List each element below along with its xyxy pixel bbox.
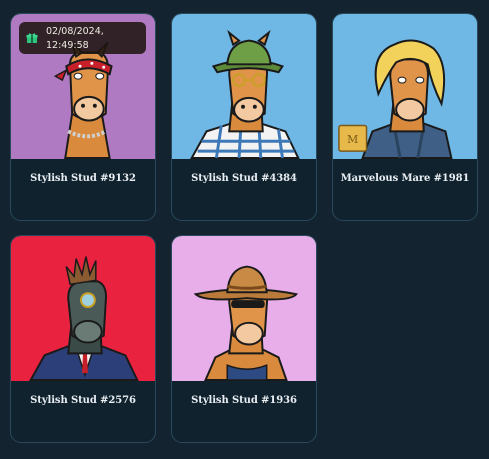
- card-title: Stylish Stud #1936: [191, 395, 297, 406]
- gift-badge: 02/08/2024, 12:49:58: [19, 22, 146, 54]
- gift-icon: [26, 33, 38, 43]
- nft-card[interactable]: 02/08/2024, 12:49:58 Stylish Stud #9132: [10, 13, 156, 221]
- nft-image: [172, 14, 316, 159]
- card-title: Stylish Stud #9132: [30, 173, 136, 184]
- badge-date: 02/08/2024,: [46, 26, 104, 37]
- card-title: Marvelous Mare #1981: [340, 173, 470, 184]
- nft-image: [172, 236, 316, 381]
- nft-image: M: [333, 14, 477, 159]
- card-title: Stylish Stud #4384: [191, 173, 297, 184]
- nft-grid: 02/08/2024, 12:49:58 Stylish Stud #9132: [0, 0, 489, 459]
- badge-time: 12:49:58: [46, 40, 89, 51]
- nft-image: [11, 236, 155, 381]
- nft-card[interactable]: Stylish Stud #1936: [171, 235, 317, 443]
- nft-card[interactable]: Stylish Stud #4384: [171, 13, 317, 221]
- svg-text:M: M: [347, 133, 358, 146]
- card-title: Stylish Stud #2576: [30, 395, 136, 406]
- nft-card[interactable]: M Marvelous Mare #1981: [332, 13, 478, 221]
- nft-card[interactable]: Stylish Stud #2576: [10, 235, 156, 443]
